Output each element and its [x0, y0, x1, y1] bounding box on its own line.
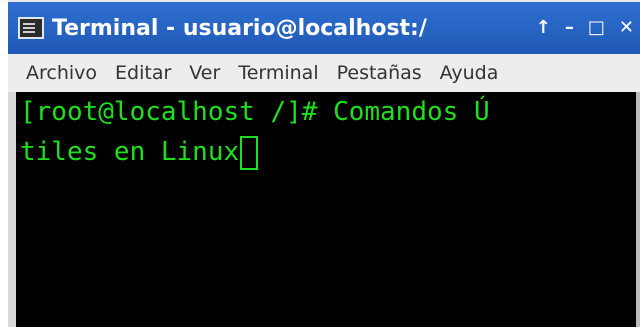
- input-text: tiles en Linux: [20, 137, 240, 167]
- close-button[interactable]: ✕: [619, 19, 634, 37]
- menu-archivo[interactable]: Archivo: [26, 62, 97, 84]
- text-cursor: [240, 135, 259, 170]
- menu-ayuda[interactable]: Ayuda: [440, 62, 499, 84]
- terminal-output[interactable]: [root@localhost /]# Comandos Ú tiles en …: [16, 92, 636, 327]
- menu-bar: Archivo Editar Ver Terminal Pestañas Ayu…: [8, 54, 640, 92]
- maximize-button[interactable]: □: [588, 19, 605, 37]
- prompt-text: [root@localhost /]# Comandos Ú: [20, 97, 490, 127]
- shade-up-icon[interactable]: ↑: [536, 19, 551, 37]
- menu-pestanas[interactable]: Pestañas: [337, 62, 422, 84]
- scrollbar[interactable]: [636, 92, 640, 327]
- minimize-button[interactable]: –: [565, 19, 574, 37]
- window-title: Terminal - usuario@localhost:/: [52, 15, 427, 41]
- terminal-line-2: tiles en Linux: [16, 132, 636, 172]
- window-controls: ↑ – □ ✕: [536, 19, 634, 37]
- terminal-window: Terminal - usuario@localhost:/ ↑ – □ ✕ A…: [8, 0, 640, 327]
- title-bar[interactable]: Terminal - usuario@localhost:/ ↑ – □ ✕: [8, 2, 640, 54]
- terminal-app-icon: [18, 17, 44, 39]
- window-left-border: [8, 92, 16, 327]
- menu-terminal[interactable]: Terminal: [238, 62, 318, 84]
- terminal-line-1: [root@localhost /]# Comandos Ú: [16, 92, 636, 132]
- menu-editar[interactable]: Editar: [115, 62, 171, 84]
- menu-ver[interactable]: Ver: [189, 62, 220, 84]
